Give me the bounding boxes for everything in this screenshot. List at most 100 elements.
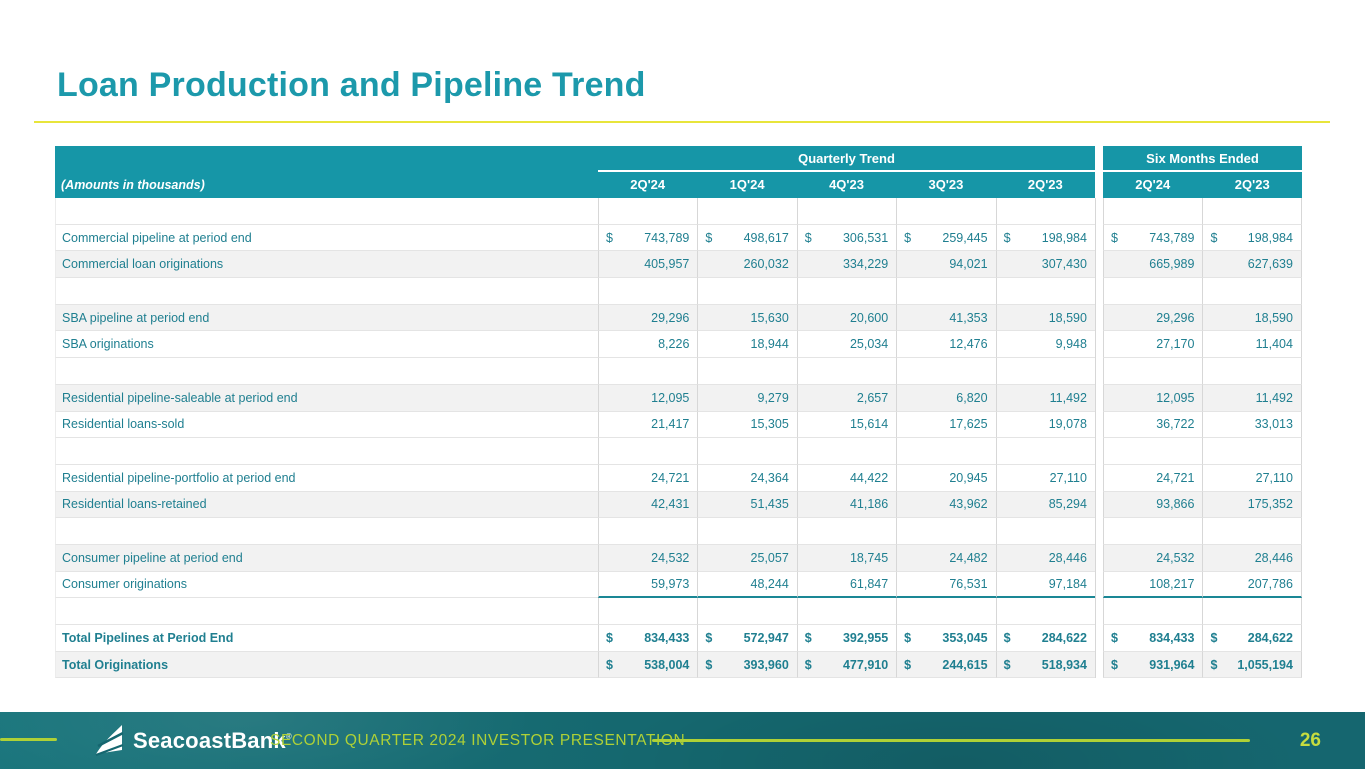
value-cell: 665,989 [1102,251,1203,279]
value-cell: 27,170 [1102,331,1203,359]
dollar-sign: $ [705,657,713,672]
value-cell: 33,013 [1202,411,1302,439]
value-cell: 19,078 [995,411,1095,439]
value-cell: 28,446 [995,544,1095,572]
value-cell: 97,184 [995,571,1095,599]
cell-value: 19,078 [1048,417,1087,432]
cell-value: 97,184 [1048,576,1087,591]
value-cell [1102,198,1203,225]
cell-value: 12,095 [651,390,690,405]
value-cell: 2,657 [796,384,897,412]
cell-value: 76,531 [949,576,988,591]
dollar-sign: $ [1110,630,1118,645]
value-cell: 18,944 [697,331,797,359]
value-cell [1102,518,1203,545]
value-cell: 29,296 [1102,304,1203,332]
value-cell: $518,934 [995,651,1095,679]
row-label: Consumer pipeline at period end [55,544,598,572]
value-cell: 93,866 [1102,491,1203,519]
dollar-sign: $ [904,657,912,672]
seacoast-logo: SeacoastBank ® [94,712,292,769]
value-cell: 27,110 [995,464,1095,492]
column-gap [1094,571,1103,599]
value-cell: 59,973 [598,571,698,599]
value-cell [697,198,797,225]
dollar-sign: $ [1003,230,1011,245]
column-header: 2Q'24 [1135,176,1171,192]
value-cell [598,358,698,385]
table-spacer-row [55,598,1302,625]
dollar-sign: $ [606,230,613,245]
table-spacer-row [55,518,1302,545]
value-cell: $834,433 [598,625,698,652]
cell-value: 41,186 [849,497,889,512]
cell-value: 11,492 [1049,390,1087,405]
value-cell: 207,786 [1202,571,1302,599]
cell-value: 44,422 [849,470,889,485]
value-cell [598,598,698,625]
value-cell: 29,296 [598,304,698,332]
dollar-sign: $ [1003,630,1011,645]
value-cell: 12,095 [1102,384,1203,412]
value-cell [995,518,1095,545]
cell-value: 8,226 [658,337,690,352]
cell-value: 198,984 [1041,230,1087,245]
quarterly-trend-group: Quarterly Trend 2Q'24 1Q'24 4Q'23 3Q'23 … [598,146,1095,198]
cell-value: 43,962 [949,497,988,512]
cell-value: 20,945 [949,470,988,485]
value-cell: 11,492 [1202,384,1302,412]
value-cell: $743,789 [1102,224,1203,252]
value-cell [1202,198,1302,225]
row-label [55,198,598,225]
table-spacer-row [55,278,1302,305]
value-cell: 15,305 [697,411,797,439]
cell-value: 17,625 [949,417,988,432]
value-cell: 44,422 [796,464,897,492]
cell-value: 307,430 [1041,257,1087,272]
value-cell: 25,034 [796,331,897,359]
cell-value: 284,622 [1041,630,1087,645]
dollar-sign: $ [1003,657,1011,672]
value-cell: $284,622 [1202,625,1302,652]
cell-value: 41,353 [949,310,988,325]
cell-value: 353,045 [942,630,988,645]
dollar-sign: $ [606,630,613,645]
value-cell: 9,279 [697,384,797,412]
value-cell: 24,482 [896,544,996,572]
dollar-sign: $ [804,230,812,245]
table-header: (Amounts in thousands) Quarterly Trend 2… [55,146,1302,198]
cell-value: 18,590 [1254,310,1293,325]
cell-value: 29,296 [651,310,690,325]
value-cell [697,438,797,465]
column-gap [1094,518,1103,545]
dollar-sign: $ [1110,230,1118,245]
value-cell: $198,984 [1202,224,1302,252]
value-cell: 27,110 [1202,464,1302,492]
cell-value: 20,600 [849,310,889,325]
value-cell: 24,364 [697,464,797,492]
column-gap [1094,224,1103,252]
row-label [55,358,598,385]
cell-value: 61,847 [849,576,889,591]
value-cell: 25,057 [697,544,797,572]
cell-value: 15,305 [750,417,789,432]
dollar-sign: $ [904,630,912,645]
table-row: Residential pipeline-portfolio at period… [55,464,1302,492]
cell-value: 11,404 [1255,337,1293,352]
value-cell [598,518,698,545]
value-cell [896,438,996,465]
row-label [55,438,598,465]
cell-value: 306,531 [842,230,889,245]
value-cell: 43,962 [896,491,996,519]
value-cell [1102,358,1203,385]
column-gap [1094,438,1103,465]
value-cell: 28,446 [1202,544,1302,572]
table-row: Consumer pipeline at period end 24,532 25,… [55,544,1302,572]
cell-value: 665,989 [1149,257,1195,272]
value-cell: 24,721 [1102,464,1203,492]
cell-value: 572,947 [743,630,789,645]
cell-value: 207,786 [1247,576,1293,591]
dollar-sign: $ [804,657,812,672]
cell-value: 834,433 [644,630,690,645]
cell-value: 48,244 [750,576,789,591]
